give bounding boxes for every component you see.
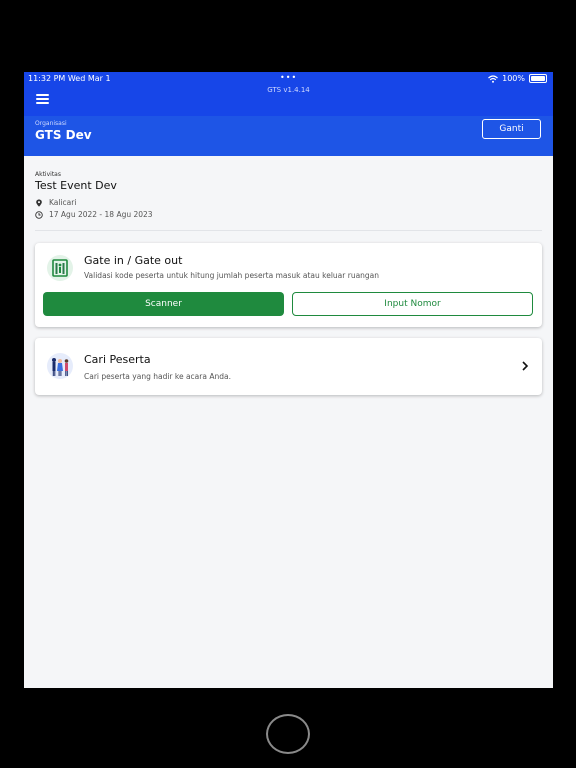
location-text: Kalicari: [49, 198, 77, 207]
activity-label: Aktivitas: [35, 171, 61, 178]
battery-icon: [529, 74, 547, 83]
wifi-icon: [488, 74, 499, 83]
main-content: Aktivitas Test Event Dev Kalicari 17 Agu…: [24, 156, 553, 688]
app-bar: GTS v1.4.14: [24, 86, 553, 116]
status-right: 100%: [488, 74, 547, 83]
gate-scanner-icon: [47, 255, 73, 281]
menu-icon[interactable]: [36, 94, 49, 104]
multitask-dots-icon[interactable]: •••: [280, 73, 297, 82]
org-name: GTS Dev: [35, 128, 92, 142]
gate-card-description: Validasi kode peserta untuk hitung jumla…: [84, 271, 380, 280]
org-label: Organisasi: [35, 120, 67, 127]
dates-text: 17 Agu 2022 - 18 Agu 2023: [49, 210, 153, 219]
app-screen: 11:32 PM Wed Mar 1 ••• 100% GTS v1.4.14 …: [24, 72, 553, 688]
input-number-button[interactable]: Input Nomor: [292, 292, 533, 316]
search-card-description: Cari peserta yang hadir ke acara Anda.: [84, 372, 231, 381]
scanner-button[interactable]: Scanner: [43, 292, 284, 316]
status-bar: 11:32 PM Wed Mar 1 ••• 100%: [24, 72, 553, 86]
organization-bar: Organisasi GTS Dev Ganti: [24, 116, 553, 156]
home-button[interactable]: [266, 714, 310, 754]
status-time: 11:32 PM Wed Mar 1: [28, 74, 111, 83]
gate-card: Gate in / Gate out Validasi kode peserta…: [35, 243, 542, 327]
location-pin-icon: [36, 199, 42, 207]
app-version: GTS v1.4.14: [267, 86, 310, 94]
gate-card-title: Gate in / Gate out: [84, 254, 183, 267]
activity-location: Kalicari: [35, 198, 76, 207]
activity-dates: 17 Agu 2022 - 18 Agu 2023: [35, 210, 153, 219]
chevron-right-icon: [522, 361, 529, 371]
search-participant-card[interactable]: Cari Peserta Cari peserta yang hadir ke …: [35, 338, 542, 395]
activity-title: Test Event Dev: [35, 179, 117, 192]
divider: [35, 230, 542, 231]
clock-icon: [35, 210, 43, 219]
battery-percent: 100%: [502, 74, 525, 83]
search-card-title: Cari Peserta: [84, 353, 151, 366]
people-icon: [47, 353, 73, 379]
switch-org-button[interactable]: Ganti: [482, 119, 541, 139]
